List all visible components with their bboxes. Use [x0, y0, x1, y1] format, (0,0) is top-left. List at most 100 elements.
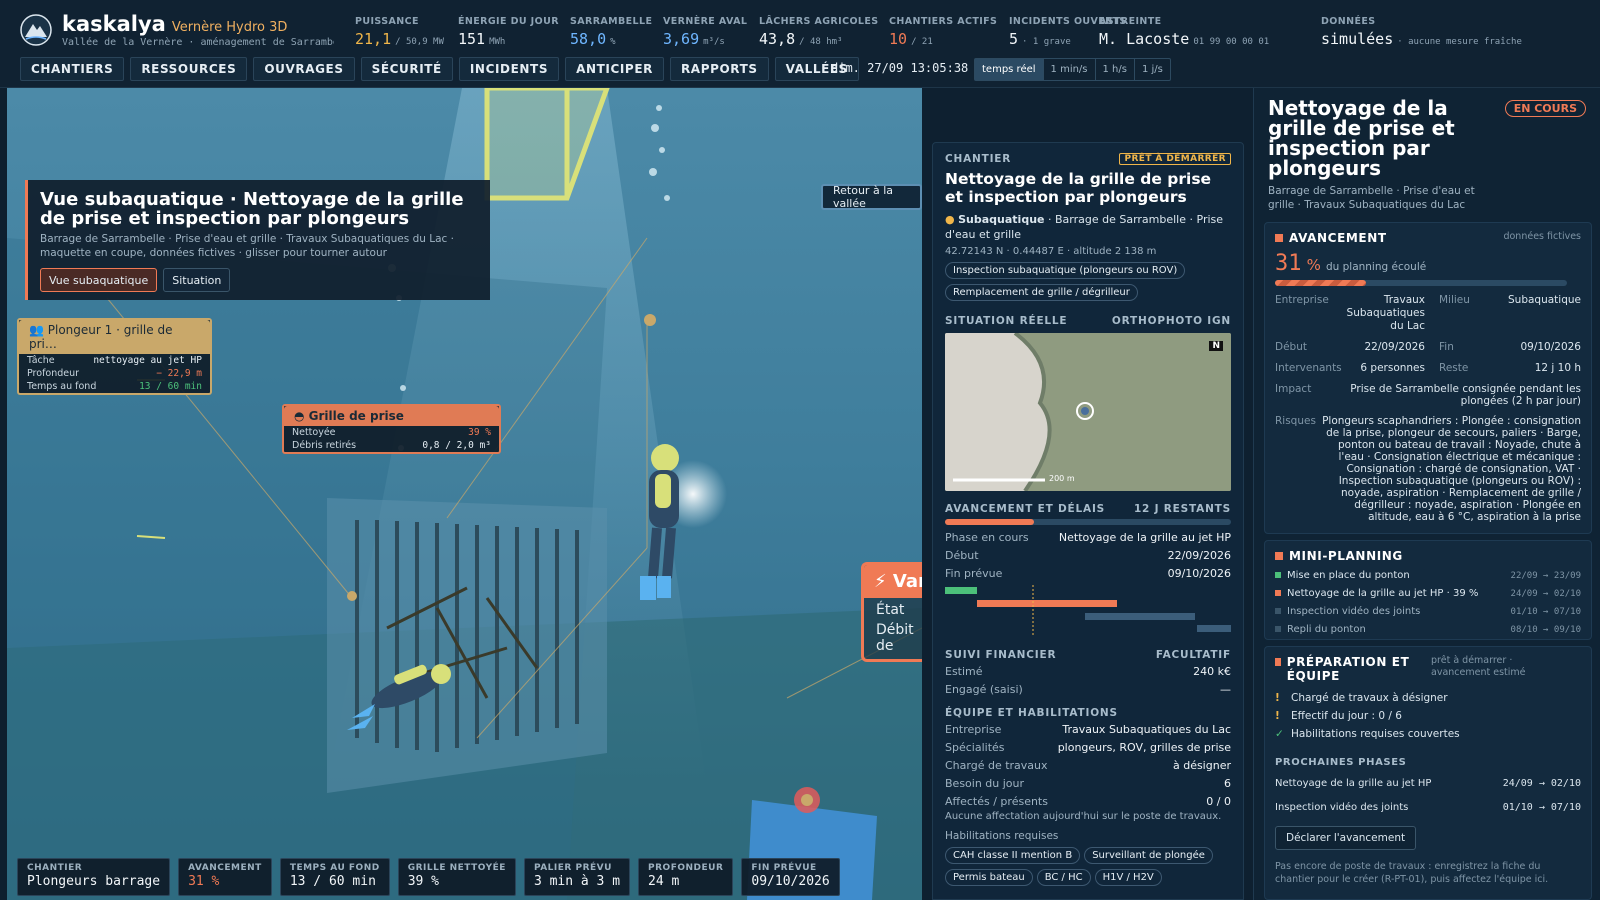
planning-status-dot [1275, 608, 1281, 614]
mini-planning-heading: MINI-PLANNING [1289, 549, 1403, 563]
card-label: CHANTIER [945, 153, 1012, 165]
back-to-valley-button[interactable]: Retour à la vallée [821, 184, 922, 210]
kv-key: Spécialités [945, 741, 1005, 754]
kpi-label: SARRAMBELLE [570, 16, 653, 27]
risks-label: Risques [1275, 415, 1316, 427]
detail-subtitle: Barrage de Sarrambelle · Prise d'eau et … [1268, 185, 1475, 211]
kpi-2: SARRAMBELLE 58,0% [570, 16, 652, 48]
scene-title: Vue subaquatique · Nettoyage de la grill… [40, 189, 464, 229]
kv-key: Fin prévue [945, 567, 1003, 580]
fact-key: Intervenants [1275, 362, 1342, 374]
tag-row-value: 0,8 / 2,0 m³ [422, 440, 491, 451]
vanne-tag[interactable]: ⚡ Var État Débit de [861, 562, 922, 662]
work-type-pill[interactable]: Remplacement de grille / dégrilleur [945, 284, 1138, 301]
kv-row: Fin prévue 09/10/2026 [945, 565, 1231, 583]
planning-item[interactable]: Mise en place du ponton 22/09 → 23/09 [1275, 567, 1581, 585]
kv-key: Besoin du jour [945, 777, 1025, 790]
diver-tag-title: Plongeur 1 · grille de pri… [29, 323, 173, 351]
fact-key-2: Milieu [1439, 294, 1470, 306]
kpi-value: 3,69 m³/s [663, 30, 747, 48]
kpi-number: 5 [1009, 30, 1019, 48]
nav-incidents[interactable]: INCIDENTS [458, 57, 560, 81]
kpi-unit: / 48 hm³ [799, 37, 843, 47]
prep-item: ! Chargé de travaux à désigner [1275, 689, 1581, 707]
nav-rapports[interactable]: RAPPORTS [669, 57, 769, 81]
progress-text: du planning écoulé [1325, 261, 1427, 273]
finance-optional: FACULTATIF [1155, 649, 1231, 661]
kv-row: Estimé 240 k€ [945, 663, 1231, 681]
nav-anticiper[interactable]: ANTICIPER [565, 57, 664, 81]
status-value: 13 / 60 min [289, 874, 376, 889]
nav-ressources[interactable]: RESSOURCES [130, 57, 248, 81]
underwater-scene[interactable]: Vue subaquatique · Nettoyage de la grill… [7, 88, 922, 900]
detail-progress-track [1275, 280, 1567, 286]
grille-tag[interactable]: ◓ Grille de prise Nettoyée 39 % Débris ret… [282, 404, 501, 454]
next-phase-name: Nettoyage de la grille au jet HP [1275, 778, 1432, 789]
gantt-mini [945, 585, 1231, 635]
ready-badge: PRÊT À DÉMARRER [1119, 153, 1231, 165]
scene-title-card: Vue subaquatique · Nettoyage de la grill… [25, 180, 490, 300]
status-value: 09/10/2026 [751, 874, 830, 889]
north-icon: N [1209, 341, 1223, 351]
next-phase-row: Nettoyage de la grille au jet HP 24/09 → … [1275, 772, 1581, 796]
kv-row: Phase en cours Nettoyage de la grille au … [945, 529, 1231, 547]
kpi-3: VERNÈRE AVAL 3,69 m³/s [663, 16, 747, 48]
prep-text: Effectif du jour : 0 / 6 [1291, 710, 1402, 722]
habilitation-pill: BC / HC [1036, 869, 1091, 886]
time-mode-button[interactable]: 1 h/s [1094, 59, 1134, 80]
kpi-1: ÉNERGIE DU JOUR 151 MWh [458, 16, 559, 48]
planning-item[interactable]: Inspection vidéo des joints 01/10 → 07/10 [1275, 603, 1581, 621]
fact-value: 6 personnes [1360, 362, 1425, 374]
kpi-label: ASTREINTE [1099, 16, 1162, 27]
status-profondeur: PROFONDEUR 24 m [638, 858, 734, 896]
prep-text: Chargé de travaux à désigner [1291, 692, 1448, 704]
time-mode-button[interactable]: 1 j/s [1133, 59, 1170, 80]
situation-button[interactable]: Situation [163, 268, 231, 292]
nav-sécurité[interactable]: SÉCURITÉ [360, 57, 453, 81]
kv-value: 6 [1224, 777, 1231, 790]
planning-item[interactable]: Nettoyage de la grille au jet HP · 39 % 2… [1275, 585, 1581, 603]
work-type-pill[interactable]: Inspection subaquatique (plongeurs ou RO… [945, 262, 1186, 279]
detail-title: Nettoyage de la grille de prise et inspe… [1268, 96, 1455, 180]
habilitation-pill: Surveillant de plongée [1084, 847, 1213, 864]
planning-name: Repli du ponton [1275, 621, 1366, 639]
kaskalya-logo-icon [20, 14, 52, 46]
kpi-value: simulées · aucune mesure fraîche [1321, 30, 1522, 48]
planning-status-dot [1275, 572, 1281, 578]
diver-1-tag[interactable]: 👥 Plongeur 1 · grille de pri… Tâche netto… [17, 318, 212, 395]
planning-name: Mise en place du ponton [1275, 567, 1410, 585]
card-coordinates: 42.72143 N · 0.44487 E · altitude 2 138 … [945, 246, 1157, 257]
kpi-label: PUISSANCE [355, 16, 419, 27]
env-dot-icon: ● [945, 213, 955, 226]
risks-text: Plongeurs scaphandriers : Plongée : cons… [1322, 415, 1581, 523]
declare-progress-button[interactable]: Déclarer l'avancement [1275, 826, 1417, 850]
vanne-flow-label: Débit de [876, 622, 914, 654]
kpi-0: PUISSANCE 21,1/ 50,9 MW [355, 16, 444, 48]
status-label: PALIER PRÉVU [533, 863, 612, 873]
tag-row-value: 13 / 60 min [139, 381, 202, 392]
kv-value: Travaux Subaquatiques du Lac [1062, 723, 1231, 736]
nav-ouvrages[interactable]: OUVRAGES [253, 57, 355, 81]
planning-item[interactable]: Repli du ponton 08/10 → 09/10 [1275, 621, 1581, 639]
kpi-unit: m³/s [703, 37, 725, 47]
kpi-value: 10/ 21 [889, 30, 997, 48]
preparation-box: PRÉPARATION ET ÉQUIPE prêt à démarrer · a… [1264, 646, 1592, 900]
prep-item: ✓ Habilitations requises couvertes [1275, 725, 1581, 743]
habilitation-pill: Permis bateau [945, 869, 1033, 886]
orthophoto-map[interactable]: 200 m N [945, 333, 1231, 491]
time-mode-button[interactable]: temps réel [975, 59, 1043, 80]
kv-value: 22/09/2026 [1167, 549, 1231, 562]
buoy [347, 591, 357, 601]
kpi-5: CHANTIERS ACTIFS 10/ 21 [889, 16, 997, 48]
kpi-label: CHANTIERS ACTIFS [889, 16, 998, 27]
status-value: Plongeurs barrage [27, 874, 161, 889]
warning-icon: ! [1275, 710, 1280, 722]
kpi-unit: / 21 [911, 37, 933, 47]
product-name: Vernère Hydro 3D [171, 20, 288, 35]
nav-chantiers[interactable]: CHANTIERS [20, 57, 125, 81]
underwater-view-button[interactable]: Vue subaquatique [40, 268, 158, 292]
time-mode-button[interactable]: 1 min/s [1042, 59, 1095, 80]
grille-icon: ◓ [294, 409, 309, 423]
card-title: Nettoyage de la grille de prise et inspe… [945, 170, 1212, 206]
scene-subtitle: Barrage de Sarrambelle · Prise d'eau et … [40, 233, 454, 259]
